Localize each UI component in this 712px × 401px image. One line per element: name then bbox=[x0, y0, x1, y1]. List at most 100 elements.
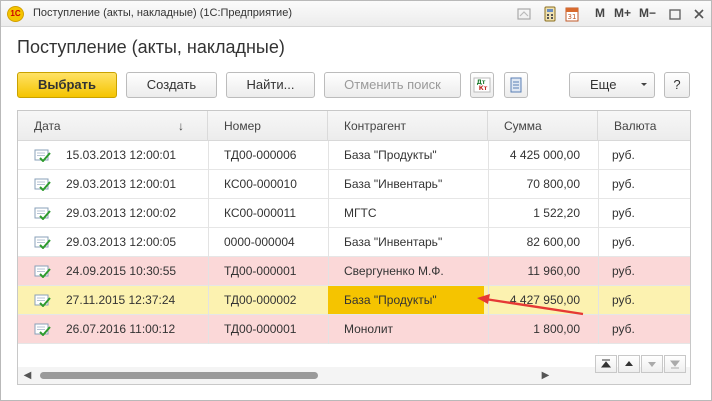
cell-number: ТД00-000006 bbox=[224, 148, 297, 162]
cell-counterparty: База "Продукты" bbox=[344, 148, 437, 162]
cell-counterparty: Свергуненко М.Ф. bbox=[344, 264, 444, 278]
column-header-sum[interactable]: Сумма bbox=[488, 111, 598, 141]
last-page-icon bbox=[669, 360, 681, 369]
cell-counterparty: База "Продукты" bbox=[328, 286, 484, 314]
cell-sum: 1 522,20 bbox=[533, 206, 580, 220]
svg-text:Кт: Кт bbox=[479, 85, 488, 92]
last-page-button[interactable] bbox=[664, 355, 686, 373]
report-button[interactable] bbox=[504, 72, 528, 98]
column-divider bbox=[208, 286, 209, 315]
first-page-button[interactable] bbox=[595, 355, 617, 373]
memory-plus-button[interactable]: M+ bbox=[614, 6, 631, 20]
annotation-arrow-icon bbox=[477, 294, 584, 316]
document-posted-icon bbox=[34, 236, 51, 249]
column-divider bbox=[598, 141, 599, 170]
documents-table: Дата ↓ Номер Контрагент Сумма Валюта 15.… bbox=[17, 110, 691, 385]
help-button[interactable]: ? bbox=[664, 72, 690, 98]
dt-kt-button[interactable]: Дт Кт bbox=[470, 72, 494, 98]
cell-sum: 4 425 000,00 bbox=[509, 148, 580, 162]
prev-page-button[interactable] bbox=[618, 355, 640, 373]
more-button[interactable]: Еще bbox=[569, 72, 655, 98]
document-posted-icon bbox=[34, 294, 51, 307]
cell-number: ТД00-000002 bbox=[224, 293, 297, 307]
column-divider bbox=[598, 170, 599, 199]
table-header: Дата ↓ Номер Контрагент Сумма Валюта bbox=[18, 111, 690, 141]
cell-sum: 70 800,00 bbox=[526, 177, 580, 191]
cell-number: КС00-000010 bbox=[224, 177, 297, 191]
document-posted-icon bbox=[34, 323, 51, 336]
cell-date: 15.03.2013 12:00:01 bbox=[66, 148, 177, 162]
sort-desc-icon: ↓ bbox=[178, 119, 184, 133]
cell-currency: руб. bbox=[612, 177, 635, 191]
close-icon[interactable] bbox=[691, 6, 707, 22]
column-divider bbox=[598, 315, 599, 344]
dt-kt-icon: Дт Кт bbox=[473, 77, 491, 93]
column-divider bbox=[208, 228, 209, 257]
next-page-button[interactable] bbox=[641, 355, 663, 373]
table-row[interactable]: 29.03.2013 12:00:01 КС00-000010 База "Инве… bbox=[18, 170, 690, 199]
document-posted-icon bbox=[34, 149, 51, 162]
cell-date: 29.03.2013 12:00:05 bbox=[66, 235, 177, 249]
table-row[interactable]: 26.07.2016 11:00:12 ТД00-000001 Монолит 1 8… bbox=[18, 315, 690, 344]
column-divider bbox=[208, 315, 209, 344]
cell-number: КС00-000011 bbox=[224, 206, 297, 220]
column-divider bbox=[208, 141, 209, 170]
column-header-counterparty[interactable]: Контрагент bbox=[328, 111, 488, 141]
memory-button[interactable]: M bbox=[595, 6, 605, 20]
column-header-number[interactable]: Номер bbox=[208, 111, 328, 141]
title-bar: 1С Поступление (акты, накладные) (1С:Пре… bbox=[1, 1, 711, 27]
cell-currency: руб. bbox=[612, 148, 635, 162]
find-button[interactable]: Найти... bbox=[226, 72, 315, 98]
create-button[interactable]: Создать bbox=[126, 72, 217, 98]
cell-counterparty: База "Инвентарь" bbox=[344, 177, 443, 191]
maximize-icon[interactable] bbox=[667, 6, 683, 22]
column-divider bbox=[598, 286, 599, 315]
column-header-date[interactable]: Дата ↓ bbox=[18, 111, 208, 141]
cell-sum: 82 600,00 bbox=[526, 235, 580, 249]
memory-minus-button[interactable]: M− bbox=[639, 6, 656, 20]
cell-date: 29.03.2013 12:00:02 bbox=[66, 206, 177, 220]
cell-currency: руб. bbox=[612, 322, 635, 336]
column-divider bbox=[598, 257, 599, 286]
cell-counterparty: МГТС bbox=[344, 206, 377, 220]
table-row[interactable]: 27.11.2015 12:37:24 ТД00-000002 База "Прод… bbox=[18, 286, 690, 315]
cell-number: ТД00-000001 bbox=[224, 264, 297, 278]
cell-currency: руб. bbox=[612, 264, 635, 278]
table-row[interactable]: 29.03.2013 12:00:02 КС00-000011 МГТС 1 522,… bbox=[18, 199, 690, 228]
favorite-icon[interactable] bbox=[516, 6, 532, 22]
app-logo-icon: 1С bbox=[7, 6, 24, 22]
calculator-icon[interactable] bbox=[542, 6, 558, 22]
svg-text:31: 31 bbox=[568, 13, 577, 21]
horizontal-scrollbar[interactable]: ◀ ▶ bbox=[18, 367, 690, 384]
column-divider bbox=[208, 257, 209, 286]
table-row[interactable]: 15.03.2013 12:00:01 ТД00-000006 База "Прод… bbox=[18, 141, 690, 170]
cell-currency: руб. bbox=[612, 235, 635, 249]
cell-date: 24.09.2015 10:30:55 bbox=[66, 264, 177, 278]
scroll-right-icon[interactable]: ▶ bbox=[538, 367, 553, 384]
cell-currency: руб. bbox=[612, 206, 635, 220]
column-divider bbox=[598, 228, 599, 257]
chevron-down-icon bbox=[641, 83, 647, 86]
app-window: 1С Поступление (акты, накладные) (1С:Пре… bbox=[0, 0, 712, 401]
table-row[interactable]: 29.03.2013 12:00:05 0000-000004 База "Инве… bbox=[18, 228, 690, 257]
cell-number: 0000-000004 bbox=[224, 235, 295, 249]
calendar-icon[interactable]: 31 bbox=[564, 6, 580, 22]
column-divider bbox=[208, 199, 209, 228]
cell-counterparty: База "Инвентарь" bbox=[344, 235, 443, 249]
table-row[interactable]: 24.09.2015 10:30:55 ТД00-000001 Свергуненк… bbox=[18, 257, 690, 286]
column-header-currency[interactable]: Валюта bbox=[598, 111, 690, 141]
cell-sum: 1 800,00 bbox=[533, 322, 580, 336]
scroll-left-icon[interactable]: ◀ bbox=[20, 367, 35, 384]
first-page-icon bbox=[600, 359, 612, 368]
cancel-search-button[interactable]: Отменить поиск bbox=[324, 72, 461, 98]
next-page-icon bbox=[648, 362, 656, 367]
document-posted-icon bbox=[34, 207, 51, 220]
cell-counterparty: Монолит bbox=[344, 322, 394, 336]
select-button[interactable]: Выбрать bbox=[17, 72, 117, 98]
scrollbar-thumb[interactable] bbox=[40, 372, 318, 379]
report-list-icon bbox=[510, 77, 522, 93]
column-header-date-label: Дата bbox=[34, 119, 61, 133]
cell-date: 26.07.2016 11:00:12 bbox=[66, 322, 176, 336]
window-title: Поступление (акты, накладные) (1С:Предпр… bbox=[33, 7, 292, 19]
cell-currency: руб. bbox=[612, 293, 635, 307]
